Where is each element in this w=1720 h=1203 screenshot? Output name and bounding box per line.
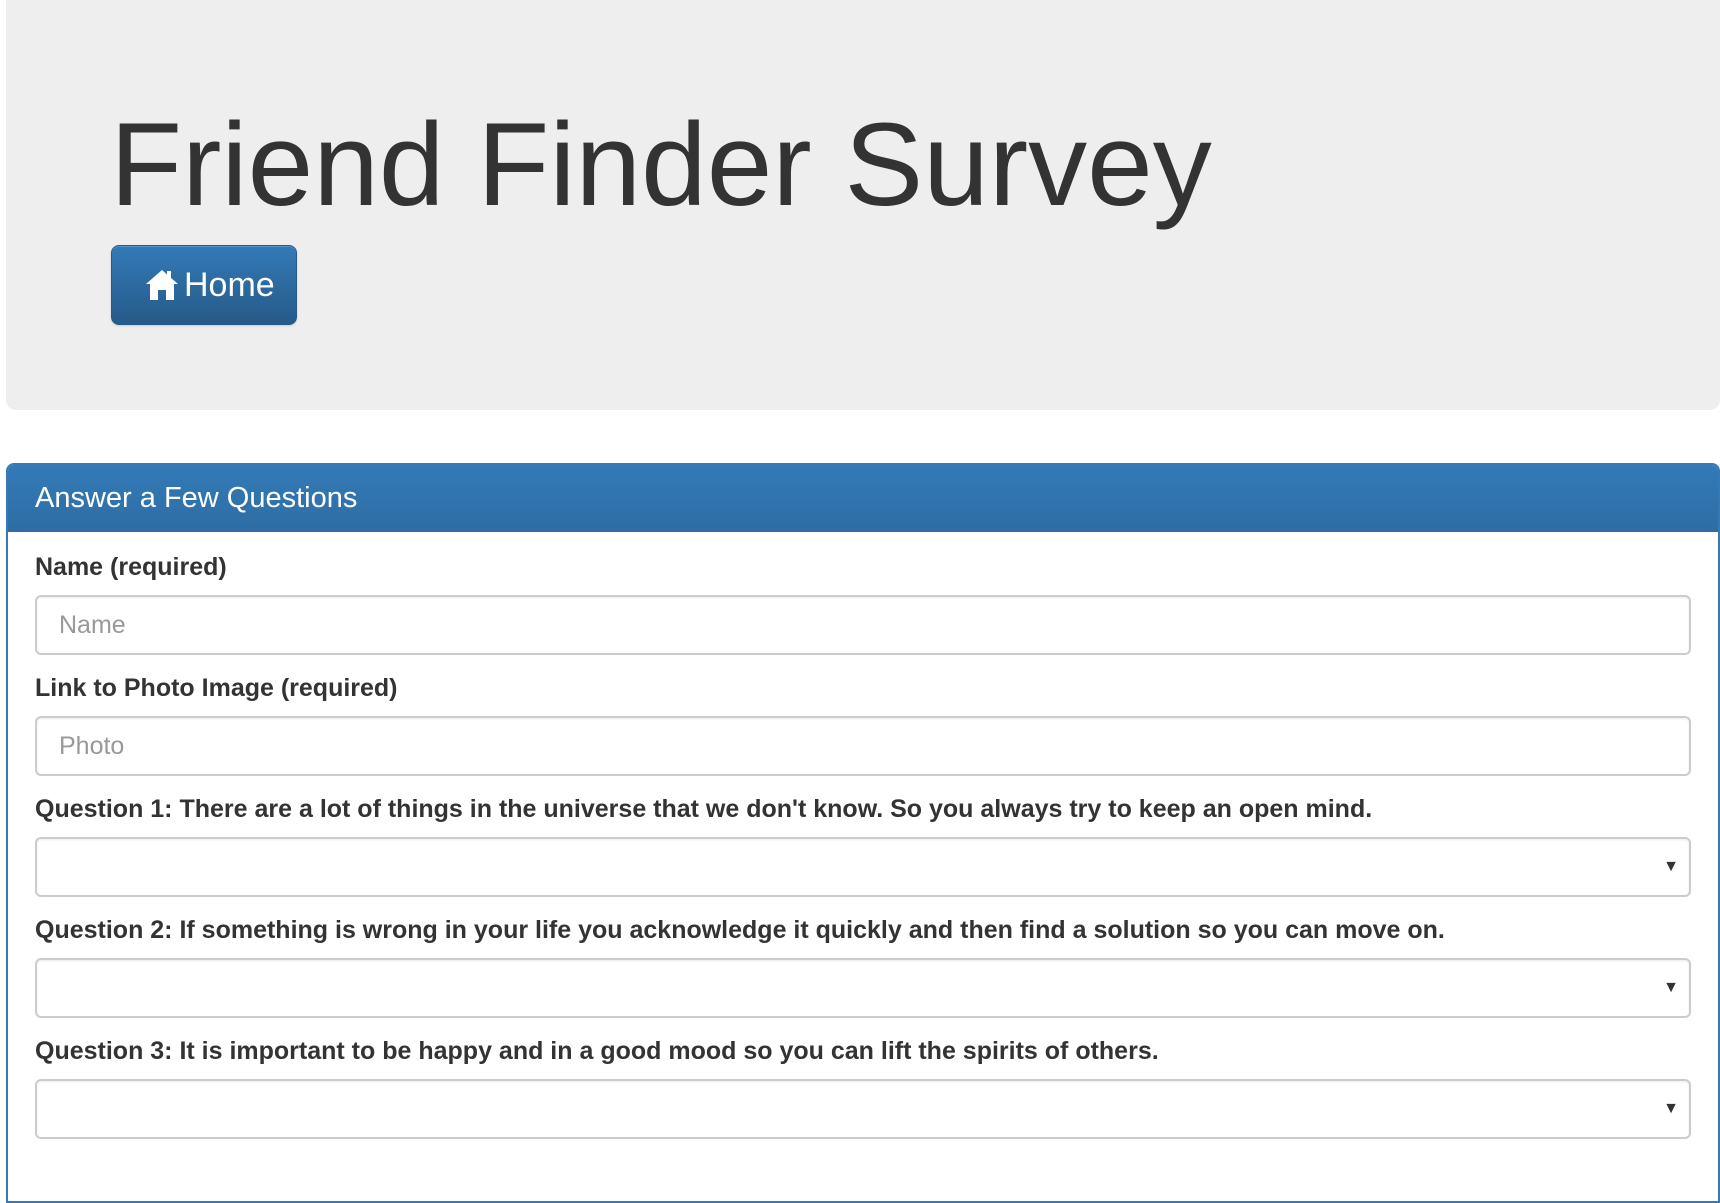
jumbotron-header: Friend Finder Survey Home: [6, 0, 1720, 410]
question-2-form-group: Question 2: If something is wrong in you…: [35, 915, 1691, 1018]
panel-heading: Answer a Few Questions: [8, 465, 1718, 532]
page-title: Friend Finder Survey: [110, 99, 1212, 231]
question-3-select[interactable]: [35, 1079, 1691, 1139]
question-1-select[interactable]: [35, 837, 1691, 897]
photo-label: Link to Photo Image (required): [35, 674, 398, 702]
question-2-select-wrapper: ▼: [35, 958, 1691, 1018]
question-3-form-group: Question 3: It is important to be happy …: [35, 1036, 1691, 1139]
name-input[interactable]: [35, 595, 1691, 655]
survey-panel: Answer a Few Questions Name (required) L…: [6, 463, 1720, 1203]
name-form-group: Name (required): [35, 552, 1691, 655]
question-3-select-wrapper: ▼: [35, 1079, 1691, 1139]
question-2-select[interactable]: [35, 958, 1691, 1018]
photo-input[interactable]: [35, 716, 1691, 776]
question-1-form-group: Question 1: There are a lot of things in…: [35, 794, 1691, 897]
question-1-label: Question 1: There are a lot of things in…: [35, 795, 1373, 823]
name-label: Name (required): [35, 553, 227, 581]
photo-form-group: Link to Photo Image (required): [35, 673, 1691, 776]
home-icon: [144, 267, 180, 303]
home-button-label: Home: [184, 266, 275, 304]
question-2-label: Question 2: If something is wrong in you…: [35, 916, 1445, 944]
question-1-select-wrapper: ▼: [35, 837, 1691, 897]
home-button[interactable]: Home: [111, 245, 297, 325]
question-3-label: Question 3: It is important to be happy …: [35, 1037, 1159, 1065]
